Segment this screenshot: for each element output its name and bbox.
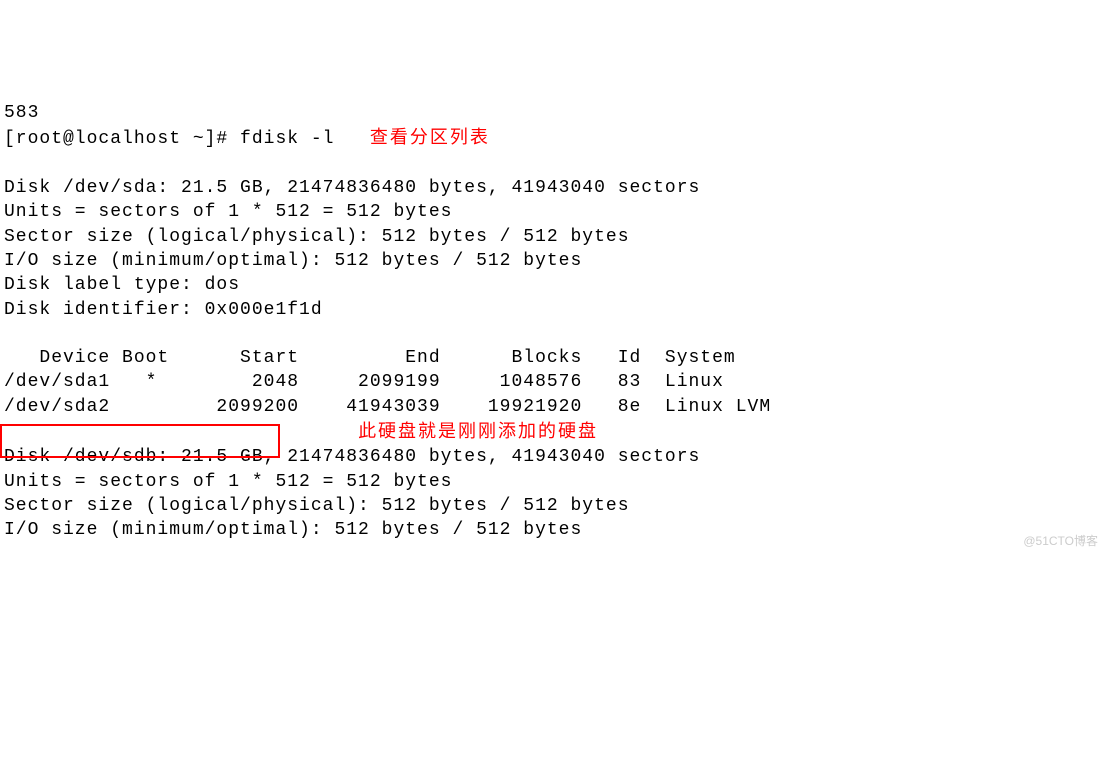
disk-sda-sector-size: Sector size (logical/physical): 512 byte… (4, 227, 630, 247)
watermark: @51CTO博客 (1023, 533, 1098, 549)
disk-sda-units: Units = sectors of 1 * 512 = 512 bytes (4, 202, 452, 222)
disk-sda-identifier: Disk identifier: 0x000e1f1d (4, 300, 323, 320)
disk-sdb-header: Disk /dev/sdb: 21.5 GB, 21474836480 byte… (4, 447, 700, 467)
partition-row-sda2: /dev/sda2 2099200 41943039 19921920 8e L… (4, 397, 771, 417)
terminal-output: 583 [root@localhost ~]# fdisk -l 查看分区列表 … (4, 101, 1102, 542)
disk-sda-header: Disk /dev/sda: 21.5 GB, 21474836480 byte… (4, 178, 700, 198)
line-number: 583 (4, 103, 39, 123)
partition-table-header: Device Boot Start End Blocks Id System (4, 348, 736, 368)
disk-sdb-units: Units = sectors of 1 * 512 = 512 bytes (4, 472, 452, 492)
shell-prompt: [root@localhost ~]# (4, 129, 240, 149)
disk-sdb-io-size: I/O size (minimum/optimal): 512 bytes / … (4, 520, 582, 540)
partition-row-sda1: /dev/sda1 * 2048 2099199 1048576 83 Linu… (4, 372, 724, 392)
annotation-view-partitions: 查看分区列表 (370, 127, 490, 147)
disk-sda-label-type: Disk label type: dos (4, 275, 240, 295)
command: fdisk -l (240, 129, 334, 149)
annotation-new-disk: 此硬盘就是刚刚添加的硬盘 (358, 421, 598, 441)
disk-sdb-sector-size: Sector size (logical/physical): 512 byte… (4, 496, 630, 516)
disk-sda-io-size: I/O size (minimum/optimal): 512 bytes / … (4, 251, 582, 271)
